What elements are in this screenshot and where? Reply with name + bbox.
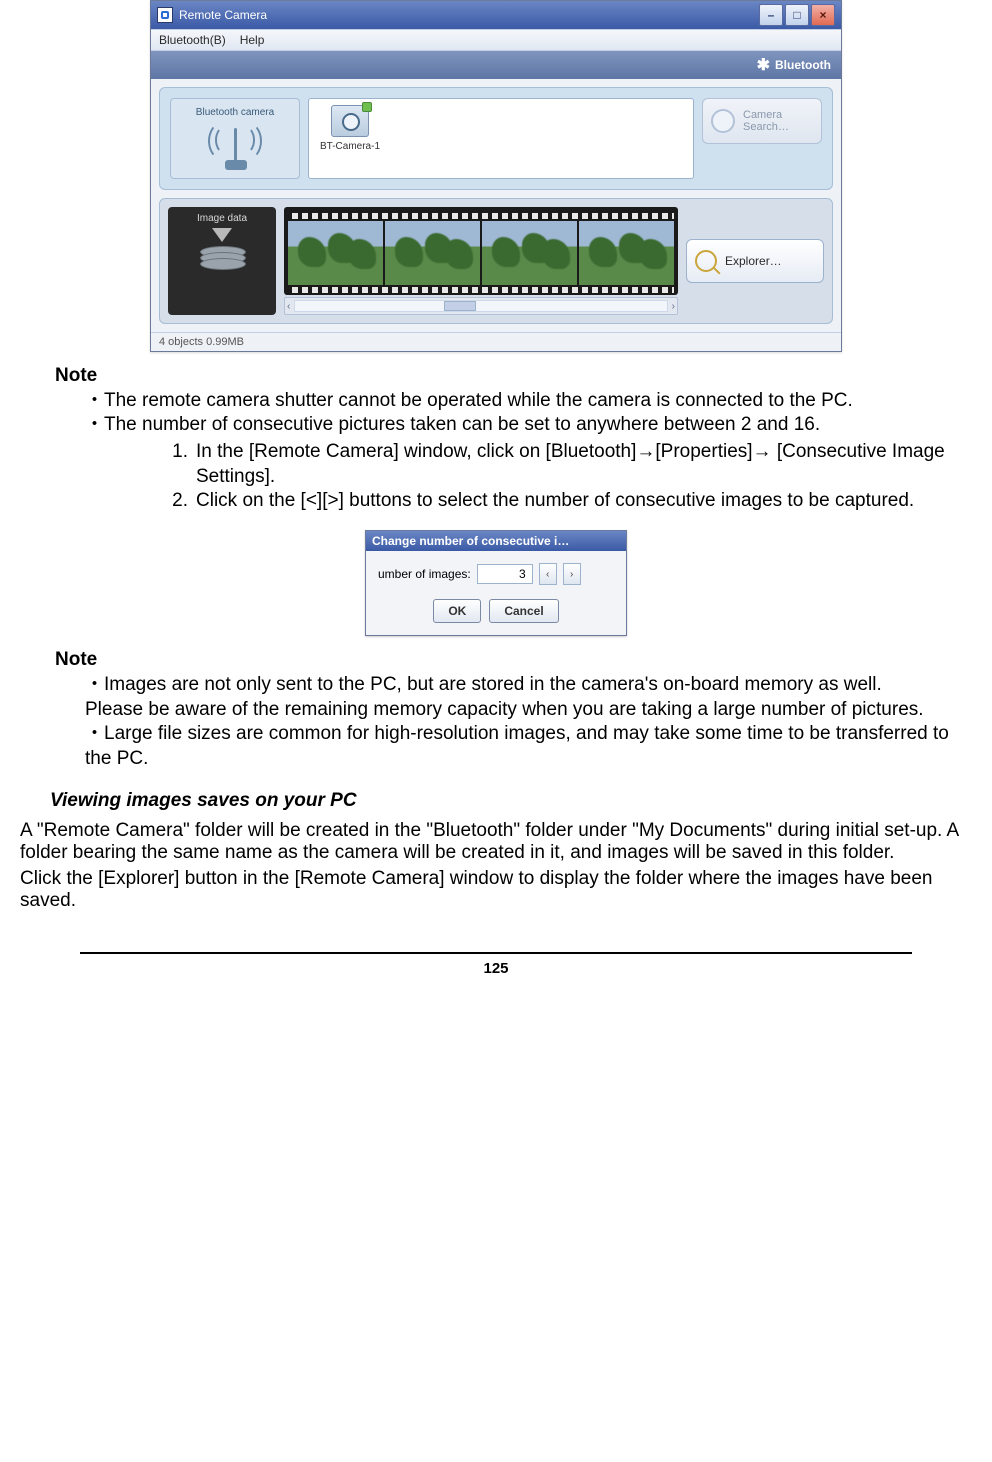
- bluetooth-camera-box: Bluetooth camera: [170, 98, 300, 179]
- close-button[interactable]: ×: [811, 4, 835, 26]
- statusbar: 4 objects 0.99MB: [151, 332, 841, 351]
- minimize-button[interactable]: –: [759, 4, 783, 26]
- consecutive-images-dialog: Change number of consecutive i… umber of…: [365, 530, 627, 636]
- thumbnail[interactable]: [385, 221, 480, 285]
- remote-camera-window: Remote Camera – □ × Bluetooth(B) Help ✱ …: [150, 0, 842, 352]
- maximize-button[interactable]: □: [785, 4, 809, 26]
- thumbnail[interactable]: [288, 221, 383, 285]
- section-subheading: Viewing images saves on your PC: [50, 790, 972, 812]
- window-titlebar: Remote Camera – □ ×: [151, 1, 841, 29]
- camera-search-button[interactable]: Camera Search…: [702, 98, 822, 144]
- note-bullet: ・The remote camera shutter cannot be ope…: [85, 389, 972, 414]
- list-item-text: Click on the [<][>] buttons to select th…: [196, 489, 914, 514]
- note-bullet: ・The number of consecutive pictures take…: [85, 413, 972, 438]
- magnifier-icon: [695, 250, 717, 272]
- camera-search-label: Camera Search…: [743, 109, 813, 133]
- spin-decrease-button[interactable]: ‹: [539, 563, 557, 585]
- camera-search-icon: [711, 109, 735, 133]
- paragraph: Click the [Explorer] button in the [Remo…: [20, 868, 972, 912]
- camera-item-label: BT-Camera-1: [315, 141, 385, 152]
- spin-increase-button[interactable]: ›: [563, 563, 581, 585]
- note-heading: Note: [55, 364, 972, 389]
- ok-button[interactable]: OK: [433, 599, 481, 623]
- scroll-grip[interactable]: [444, 301, 476, 311]
- dialog-titlebar: Change number of consecutive i…: [366, 531, 626, 551]
- download-arrow-icon: [212, 228, 232, 242]
- thumbnail[interactable]: [579, 221, 674, 285]
- list-number: 1.: [160, 440, 196, 489]
- page-number: 125: [20, 960, 972, 977]
- app-icon: [157, 7, 173, 23]
- list-number: 2.: [160, 489, 196, 514]
- horizontal-scrollbar[interactable]: ‹ ›: [284, 297, 678, 315]
- number-of-images-input[interactable]: 3: [477, 564, 533, 584]
- list-item-text: In the [Remote Camera] window, click on …: [196, 440, 972, 489]
- dialog-title: Change number of consecutive i…: [372, 534, 569, 548]
- cancel-button[interactable]: Cancel: [489, 599, 558, 623]
- footer-rule: [80, 952, 912, 954]
- camera-list-item[interactable]: BT-Camera-1: [315, 105, 385, 152]
- note-text: Please be aware of the remaining memory …: [85, 698, 972, 723]
- filmstrip: [284, 207, 678, 295]
- bluetooth-bar: ✱ Bluetooth: [151, 51, 841, 79]
- menu-bluetooth[interactable]: Bluetooth(B): [159, 33, 226, 47]
- paragraph: A "Remote Camera" folder will be created…: [20, 820, 972, 864]
- bluetooth-badge-label: Bluetooth: [775, 58, 831, 72]
- image-data-box: Image data: [168, 207, 276, 315]
- disk-stack-icon: [200, 246, 244, 268]
- thumbnail[interactable]: [482, 221, 577, 285]
- bluetooth-icon: ✱: [757, 55, 769, 75]
- explorer-button[interactable]: Explorer…: [686, 239, 824, 283]
- scroll-left-button[interactable]: ‹: [287, 301, 290, 312]
- bluetooth-camera-label: Bluetooth camera: [175, 107, 295, 118]
- camera-icon: [331, 105, 369, 137]
- antenna-icon: [210, 120, 260, 170]
- menu-help[interactable]: Help: [240, 33, 265, 47]
- note-bullet: ・Large file sizes are common for high-re…: [85, 722, 972, 771]
- image-panel: Image data: [159, 198, 833, 324]
- note-bullet: ・Images are not only sent to the PC, but…: [85, 673, 972, 698]
- image-data-label: Image data: [172, 213, 272, 224]
- explorer-label: Explorer…: [725, 254, 782, 268]
- camera-list: BT-Camera-1: [308, 98, 694, 179]
- camera-panel: Bluetooth camera BT-Camera-1: [159, 87, 833, 190]
- dialog-field-label: umber of images:: [378, 567, 471, 581]
- menubar: Bluetooth(B) Help: [151, 29, 841, 51]
- window-title: Remote Camera: [179, 8, 267, 22]
- scroll-right-button[interactable]: ›: [672, 301, 675, 312]
- note-heading: Note: [55, 648, 972, 673]
